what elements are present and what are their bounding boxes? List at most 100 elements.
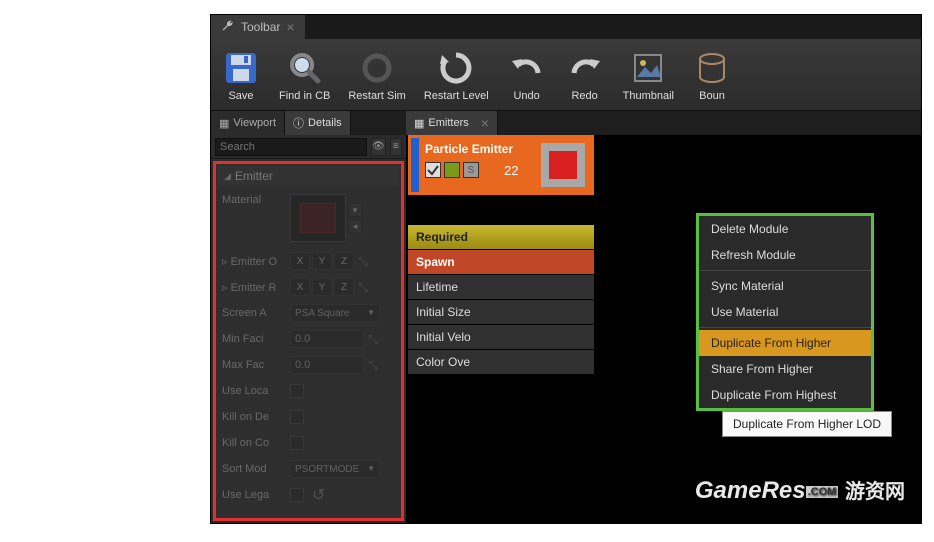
emitter-rotation-label: ▹ Emitter R — [222, 281, 290, 294]
min-facing-input[interactable] — [290, 330, 364, 348]
emitter-section-label: Emitter — [235, 169, 273, 183]
tab-details[interactable]: ⓘ Details — [285, 111, 351, 135]
screen-alignment-select[interactable]: PSA Square▼ — [290, 304, 380, 322]
emitters-panel-tabs: ▦ Emitters × — [406, 111, 921, 135]
kill-on-complete-label: Kill on Co — [222, 437, 290, 449]
prop-screen-alignment: Screen A PSA Square▼ — [218, 300, 399, 326]
ctx-duplicate-from-highest[interactable]: Duplicate From Highest — [699, 382, 871, 408]
save-label: Save — [228, 90, 253, 102]
watermark-cn: 游资网 — [845, 481, 905, 503]
undo-label: Undo — [513, 90, 539, 102]
tab-viewport-label: Viewport — [233, 117, 276, 129]
emitter-solo-icon[interactable] — [444, 162, 460, 178]
emitter-color-bar — [411, 138, 419, 192]
context-menu: Delete Module Refresh Module Sync Materi… — [696, 213, 874, 411]
axis-x-button[interactable]: X — [290, 278, 310, 296]
restart-level-label: Restart Level — [424, 90, 489, 102]
watermark-dotcom: .COM — [806, 486, 839, 498]
emitters-tab-icon: ▦ — [414, 117, 424, 130]
details-panel: ▦ Viewport ⓘ Details 👁 ≡ Emitter Materia — [211, 111, 406, 523]
picture-icon — [628, 48, 668, 88]
module-color-over-life[interactable]: Color Ove — [408, 350, 594, 375]
tab-viewport[interactable]: ▦ Viewport — [211, 111, 285, 135]
left-panel-tabs: ▦ Viewport ⓘ Details — [211, 111, 406, 135]
expand-icon[interactable]: ⤡ — [356, 280, 370, 294]
undo-button[interactable]: Undo — [499, 43, 555, 106]
axis-z-button[interactable]: Z — [334, 252, 354, 270]
expand-icon[interactable]: ⤡ — [356, 254, 370, 268]
tab-emitters[interactable]: ▦ Emitters × — [406, 111, 498, 135]
emitter-origin-label: ▹ Emitter O — [222, 255, 290, 268]
sort-mode-select[interactable]: PSORTMODE▼ — [290, 460, 380, 478]
find-in-cb-button[interactable]: Find in CB — [271, 43, 338, 106]
tab-details-label: Details — [308, 117, 342, 129]
min-facing-label: Min Faci — [222, 333, 290, 345]
restart-level-button[interactable]: Restart Level — [416, 43, 497, 106]
expand-icon[interactable]: ⤡ — [366, 358, 380, 372]
close-icon[interactable]: × — [286, 19, 294, 35]
grid-icon: ▦ — [219, 117, 229, 130]
screen-alignment-label: Screen A — [222, 307, 290, 319]
bounds-label: Boun — [699, 90, 725, 102]
ctx-sync-material[interactable]: Sync Material — [699, 273, 871, 299]
find-cb-label: Find in CB — [279, 90, 330, 102]
ctx-delete-module[interactable]: Delete Module — [699, 216, 871, 242]
save-button[interactable]: Save — [213, 43, 269, 106]
floppy-icon — [221, 48, 261, 88]
restart-sim-button[interactable]: Restart Sim — [340, 43, 413, 106]
toolbar-tab[interactable]: Toolbar × — [211, 15, 305, 39]
ctx-duplicate-from-higher[interactable]: Duplicate From Higher — [699, 330, 871, 356]
watermark: GameRes.COM 游资网 — [695, 475, 905, 505]
gear-refresh-icon — [357, 48, 397, 88]
emitter-thumbnail[interactable] — [541, 143, 585, 187]
axis-y-button[interactable]: Y — [312, 252, 332, 270]
magnifier-icon — [285, 48, 325, 88]
use-legacy-checkbox[interactable] — [290, 488, 304, 502]
emitter-section-header[interactable]: Emitter — [218, 166, 399, 186]
use-local-checkbox[interactable] — [290, 384, 304, 398]
watermark-brand: GameRes — [695, 477, 806, 504]
emitters-panel: ▦ Emitters × Particle Emitter — [406, 111, 921, 523]
emitters-tab-label: Emitters — [428, 117, 468, 129]
particle-emitter-header[interactable]: Particle Emitter S 22 — [408, 135, 594, 195]
thumbnail-button[interactable]: Thumbnail — [615, 43, 682, 106]
module-lifetime[interactable]: Lifetime — [408, 275, 594, 300]
reset-icon[interactable]: ↺ — [312, 485, 325, 505]
close-icon[interactable]: × — [481, 115, 489, 131]
prop-emitter-origin: ▹ Emitter O X Y Z ⤡ — [218, 248, 399, 274]
max-facing-input[interactable] — [290, 356, 364, 374]
module-spawn[interactable]: Spawn — [408, 250, 594, 275]
redo-button[interactable]: Redo — [557, 43, 613, 106]
ctx-use-material[interactable]: Use Material — [699, 299, 871, 325]
sort-mode-label: Sort Mod — [222, 463, 290, 475]
axis-y-button[interactable]: Y — [312, 278, 332, 296]
bounds-button[interactable]: Boun — [684, 43, 740, 106]
material-browse-icon[interactable]: ◂ — [348, 219, 362, 233]
emitter-s-icon[interactable]: S — [463, 162, 479, 178]
material-dropdown-icon[interactable]: ▾ — [348, 203, 362, 217]
prop-min-facing: Min Faci ⤡ — [218, 326, 399, 352]
kill-on-complete-checkbox[interactable] — [290, 436, 304, 450]
toolbar-tab-label: Toolbar — [241, 20, 280, 34]
emitter-enabled-checkbox[interactable] — [425, 162, 441, 178]
ctx-share-from-higher[interactable]: Share From Higher — [699, 356, 871, 382]
ctx-refresh-module[interactable]: Refresh Module — [699, 242, 871, 268]
module-initial-size[interactable]: Initial Size — [408, 300, 594, 325]
module-required[interactable]: Required — [408, 225, 594, 250]
search-input[interactable] — [215, 138, 367, 156]
list-view-icon[interactable]: ≡ — [390, 138, 402, 156]
prop-max-facing: Max Fac ⤡ — [218, 352, 399, 378]
axis-z-button[interactable]: Z — [334, 278, 354, 296]
view-options-icon[interactable]: 👁 — [371, 138, 386, 156]
axis-x-button[interactable]: X — [290, 252, 310, 270]
prop-sort-mode: Sort Mod PSORTMODE▼ — [218, 456, 399, 482]
expand-icon[interactable]: ⤡ — [366, 332, 380, 346]
module-initial-velocity[interactable]: Initial Velo — [408, 325, 594, 350]
kill-on-deactivate-checkbox[interactable] — [290, 410, 304, 424]
circular-arrow-icon — [436, 48, 476, 88]
use-legacy-label: Use Lega — [222, 489, 290, 501]
redo-arrow-icon — [565, 48, 605, 88]
material-thumbnail[interactable] — [290, 194, 346, 242]
main-toolbar: Save Find in CB Restart Sim Restart Leve… — [211, 39, 921, 111]
window-tabbar: Toolbar × — [211, 15, 921, 39]
